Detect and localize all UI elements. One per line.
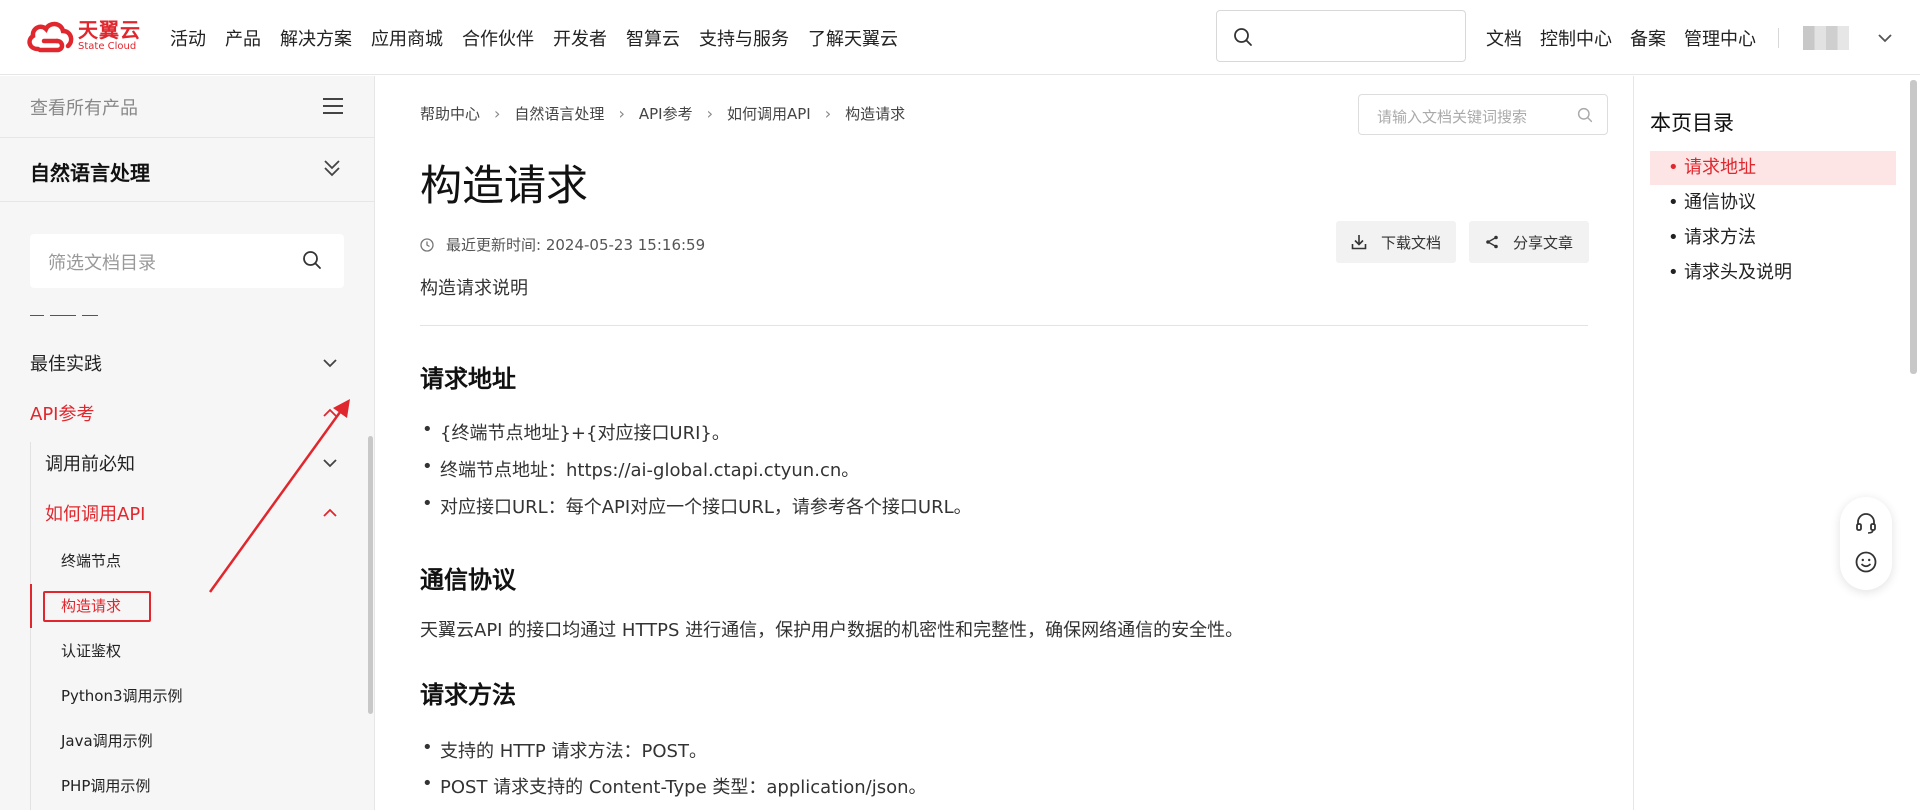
sidebar-item-how-to-call-api[interactable]: 如何调用API <box>45 500 145 526</box>
brand-logo[interactable]: 天翼云 State Cloud <box>26 19 141 53</box>
global-search-input[interactable] <box>1216 10 1466 62</box>
page-scrollbar[interactable] <box>1910 80 1917 374</box>
doc-search-placeholder: 请输入文档关键词搜索 <box>1377 108 1528 126</box>
sidebar-item-best-practices[interactable]: 最佳实践 <box>30 350 102 376</box>
breadcrumb-how-to-call-api[interactable]: 如何调用API <box>727 103 811 124</box>
list-item: POST 请求支持的 Content-Type 类型：application/j… <box>422 773 927 799</box>
section-heading-method: 请求方法 <box>420 681 516 709</box>
clock-icon <box>420 237 434 252</box>
nav-item-solutions[interactable]: 解决方案 <box>280 25 352 51</box>
filter-placeholder: 筛选文档目录 <box>48 253 156 274</box>
share-article-label: 分享文章 <box>1512 233 1573 252</box>
cloud-logo-icon <box>27 21 74 53</box>
product-selector[interactable]: 自然语言处理 <box>0 138 374 202</box>
link-filing[interactable]: 备案 <box>1630 25 1666 51</box>
search-icon[interactable] <box>1577 107 1593 123</box>
sidebar-subitem-endpoint[interactable]: 终端节点 <box>61 550 121 571</box>
chevron-up-icon[interactable] <box>322 408 338 418</box>
section-heading-address: 请求地址 <box>420 365 516 393</box>
nav-item-products[interactable]: 产品 <box>225 25 261 51</box>
headset-icon[interactable] <box>1854 511 1878 535</box>
breadcrumb-help-center[interactable]: 帮助中心 <box>420 103 480 124</box>
page-title: 构造请求 <box>420 161 589 210</box>
download-doc-button[interactable]: 下载文档 <box>1336 221 1456 263</box>
link-console[interactable]: 控制中心 <box>1540 25 1612 51</box>
chevron-right-icon: › <box>618 104 625 123</box>
chevron-right-icon: › <box>494 104 501 123</box>
last-updated-text: 最近更新时间: 2024-05-23 15:16:59 <box>446 236 706 254</box>
product-title: 自然语言处理 <box>30 161 150 185</box>
list-item: 终端节点地址：https://ai-global.ctapi.ctyun.cn。 <box>422 456 859 482</box>
list-item: 对应接口URL：每个API对应一个接口URL，请参考各个接口URL。 <box>422 493 972 519</box>
main-nav: 活动 产品 解决方案 应用商城 合作伙伴 开发者 智算云 支持与服务 了解天翼云 <box>170 0 917 75</box>
intro-text: 构造请求说明 <box>420 278 528 299</box>
chevron-up-icon[interactable] <box>322 508 338 518</box>
docs-sidebar: 查看所有产品 自然语言处理 筛选文档目录 最佳实践 API参考 调用前必知 如何… <box>0 76 375 810</box>
all-products-bar[interactable]: 查看所有产品 <box>0 76 374 138</box>
user-links: 文档 控制中心 备案 管理中心 <box>1486 0 1893 75</box>
top-navigation-bar: 天翼云 State Cloud 活动 产品 解决方案 应用商城 合作伙伴 开发者… <box>0 0 1920 75</box>
filter-docs-input[interactable]: 筛选文档目录 <box>30 234 344 288</box>
list-item: {终端节点地址}+{对应接口URI}。 <box>422 419 730 445</box>
share-article-button[interactable]: 分享文章 <box>1469 221 1589 263</box>
hamburger-menu-icon[interactable] <box>322 97 344 115</box>
toc-title: 本页目录 <box>1650 111 1734 135</box>
nav-item-partners[interactable]: 合作伙伴 <box>462 25 534 51</box>
search-icon[interactable] <box>302 250 322 270</box>
link-management[interactable]: 管理中心 <box>1684 25 1756 51</box>
chevron-down-icon[interactable] <box>322 358 338 368</box>
search-icon <box>1234 28 1252 46</box>
toc-item-protocol[interactable]: 通信协议 <box>1650 186 1896 220</box>
sidebar-subitem-php-example[interactable]: PHP调用示例 <box>61 775 150 796</box>
nav-item-developers[interactable]: 开发者 <box>553 25 607 51</box>
divider <box>420 325 1588 326</box>
smiley-feedback-icon[interactable] <box>1854 550 1878 574</box>
sidebar-subitem-java-example[interactable]: Java调用示例 <box>61 730 153 751</box>
double-chevron-down-icon[interactable] <box>322 158 342 178</box>
floating-toolbar <box>1840 497 1892 590</box>
sidebar-subitem-authentication[interactable]: 认证鉴权 <box>61 640 121 661</box>
link-docs[interactable]: 文档 <box>1486 25 1522 51</box>
last-updated: 最近更新时间: 2024-05-23 15:16:59 <box>420 234 705 255</box>
download-icon <box>1351 235 1367 250</box>
active-indicator <box>30 584 32 628</box>
section-heading-protocol: 通信协议 <box>420 566 516 594</box>
brand-name-en: State Cloud <box>78 41 137 52</box>
sidebar-item-api-reference[interactable]: API参考 <box>30 400 94 426</box>
divider <box>1778 27 1779 48</box>
breadcrumb-nlp[interactable]: 自然语言处理 <box>514 103 604 124</box>
sidebar-scrollbar[interactable] <box>368 436 373 714</box>
toc-item-headers[interactable]: 请求头及说明 <box>1650 256 1896 290</box>
all-products-label: 查看所有产品 <box>30 98 138 119</box>
chevron-right-icon: › <box>706 104 713 123</box>
nav-item-ai-cloud[interactable]: 智算云 <box>626 25 680 51</box>
page-toc: 本页目录 请求地址 通信协议 请求方法 请求头及说明 <box>1633 76 1920 810</box>
list-item: 支持的 HTTP 请求方法：POST。 <box>422 737 707 763</box>
nav-item-about[interactable]: 了解天翼云 <box>808 25 898 51</box>
doc-search-input[interactable]: 请输入文档关键词搜索 <box>1358 94 1608 135</box>
chevron-right-icon: › <box>824 104 832 123</box>
brand-name: 天翼云 <box>78 18 141 42</box>
nav-item-support[interactable]: 支持与服务 <box>699 25 789 51</box>
breadcrumb: 帮助中心 › 自然语言处理 › API参考 › 如何调用API › 构造请求 <box>420 103 905 124</box>
chevron-down-icon[interactable] <box>322 458 338 468</box>
breadcrumb-api-reference[interactable]: API参考 <box>639 103 693 124</box>
nav-item-activity[interactable]: 活动 <box>170 25 206 51</box>
avatar[interactable] <box>1803 25 1849 50</box>
toc-item-address[interactable]: 请求地址 <box>1650 151 1896 185</box>
share-icon <box>1486 235 1498 249</box>
clipped-menu-item <box>30 308 100 316</box>
toc-item-method[interactable]: 请求方法 <box>1650 221 1896 255</box>
chevron-down-icon[interactable] <box>1877 33 1893 43</box>
download-doc-label: 下载文档 <box>1380 233 1441 252</box>
breadcrumb-current: 构造请求 <box>845 105 906 123</box>
sidebar-subitem-python3-example[interactable]: Python3调用示例 <box>61 685 183 706</box>
nav-item-marketplace[interactable]: 应用商城 <box>371 25 443 51</box>
protocol-text: 天翼云API 的接口均通过 HTTPS 进行通信，保护用户数据的机密性和完整性，… <box>420 620 1244 641</box>
sidebar-item-before-calling[interactable]: 调用前必知 <box>45 450 135 476</box>
sidebar-subitem-construct-request[interactable]: 构造请求 <box>61 595 121 616</box>
